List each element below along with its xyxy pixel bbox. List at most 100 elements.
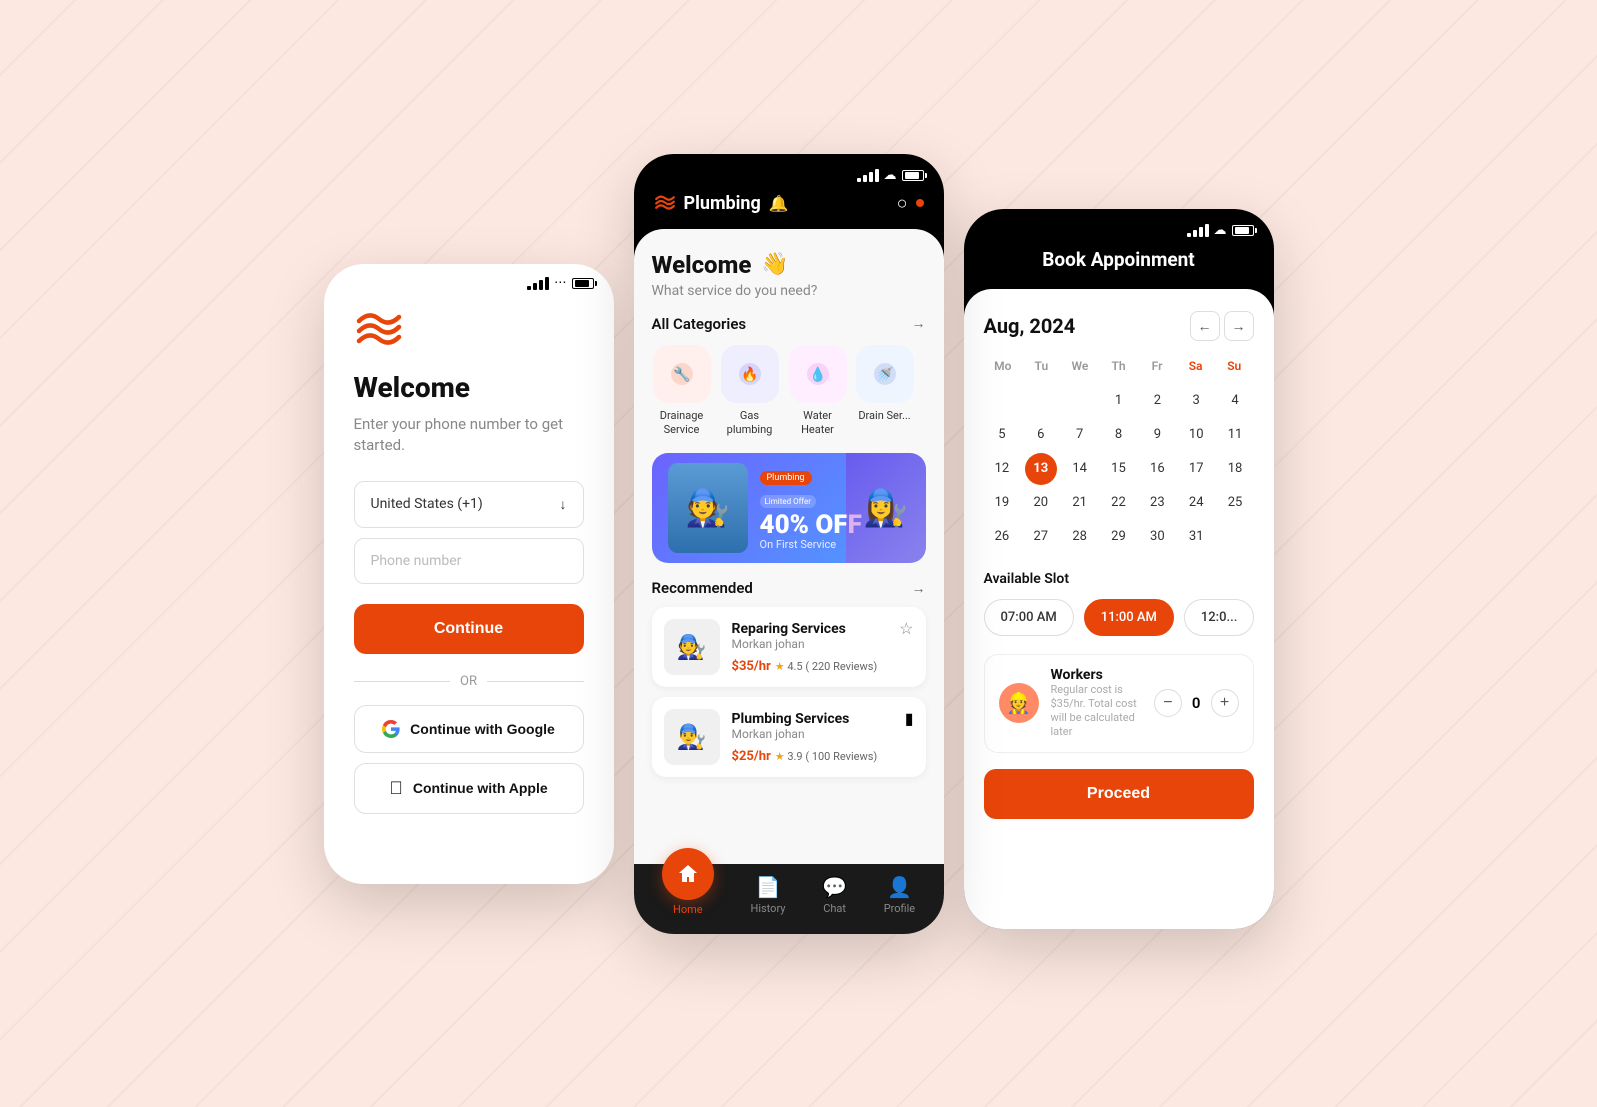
nav-chat[interactable]: 💬 Chat <box>822 875 847 915</box>
phone-input[interactable]: Phone number <box>354 538 584 584</box>
cal-day-th: Th <box>1099 355 1138 377</box>
nav-history[interactable]: 📄 History <box>750 875 785 915</box>
cal-date-18[interactable]: 18 <box>1219 453 1251 485</box>
service-1-provider: Morkan johan <box>732 637 888 651</box>
history-icon: 📄 <box>756 875 781 899</box>
cal-day-sa: Sa <box>1176 355 1215 377</box>
phone-login: ⋅⋅⋅ Welcome Enter your phone number to g… <box>324 264 614 884</box>
logo-area <box>324 291 614 361</box>
cal-date-5[interactable]: 5 <box>986 419 1018 451</box>
service-item-gas[interactable]: 🔥 Gas plumbing <box>720 345 780 438</box>
cal-date-11[interactable]: 11 <box>1219 419 1251 451</box>
apple-signin-button[interactable]:  Continue with Apple <box>354 763 584 814</box>
service-item-drain[interactable]: 🚿 Drain Ser... <box>856 345 914 438</box>
increase-workers-button[interactable]: + <box>1211 689 1239 717</box>
signal-bar-2 <box>533 283 537 290</box>
signal-bar-3 <box>869 172 873 182</box>
google-signin-button[interactable]: Continue with Google <box>354 705 584 753</box>
cal-date-10[interactable]: 10 <box>1180 419 1212 451</box>
status-bar-phone2: ☁ <box>634 154 944 183</box>
service-card-2[interactable]: 👨‍🔧 Plumbing Services Morkan johan $25/h… <box>652 697 926 777</box>
time-slot-0[interactable]: 07:00 AM <box>984 599 1074 636</box>
service-name-drain: Drain Ser... <box>858 409 910 423</box>
cal-date-1[interactable]: 1 <box>1102 385 1134 417</box>
service-card-2-info: Plumbing Services Morkan johan $25/hr ★ … <box>732 711 893 764</box>
chat-icon: 💬 <box>822 875 847 899</box>
time-slot-2[interactable]: 12:0... <box>1184 599 1254 636</box>
continue-button[interactable]: Continue <box>354 604 584 654</box>
cal-date-15[interactable]: 15 <box>1102 453 1134 485</box>
cal-date-31[interactable]: 31 <box>1180 521 1212 553</box>
brand-name: Plumbing <box>684 193 761 214</box>
divider-line-left <box>354 681 451 682</box>
apple-label: Continue with Apple <box>413 780 548 796</box>
search-icon[interactable]: ○ <box>897 193 908 214</box>
cal-date-17[interactable]: 17 <box>1180 453 1212 485</box>
or-divider: OR <box>354 674 584 689</box>
wave-emoji: 👋 <box>761 252 788 277</box>
calendar-prev-button[interactable]: ← <box>1190 311 1220 341</box>
nav-profile[interactable]: 👤 Profile <box>884 875 915 915</box>
signal-bar-1 <box>527 286 531 290</box>
workers-count: 0 <box>1192 694 1201 712</box>
service-card-1[interactable]: 🧑‍🔧 Reparing Services Morkan johan $35/h… <box>652 607 926 687</box>
workers-row: 👷 Workers Regular cost is $35/hr. Total … <box>984 654 1254 753</box>
service-card-2-image: 👨‍🔧 <box>664 709 720 765</box>
cal-date-26[interactable]: 26 <box>986 521 1018 553</box>
time-slot-1[interactable]: 11:00 AM <box>1084 599 1174 636</box>
country-selector[interactable]: United States (+1) ↓ <box>354 481 584 528</box>
cal-date-23[interactable]: 23 <box>1141 487 1173 519</box>
proceed-button[interactable]: Proceed <box>984 769 1254 819</box>
cal-date-24[interactable]: 24 <box>1180 487 1212 519</box>
signal-bar-4 <box>875 169 879 182</box>
cal-date-21[interactable]: 21 <box>1064 487 1096 519</box>
book-title-bar: Book Appoinment <box>964 238 1274 289</box>
service-1-rating: ★ 4.5 ( 220 Reviews) <box>775 660 878 673</box>
cal-date-4[interactable]: 4 <box>1219 385 1251 417</box>
service-item-drainage[interactable]: 🔧 Drainage Service <box>652 345 712 438</box>
cal-date-12[interactable]: 12 <box>986 453 1018 485</box>
star-icon-1: ★ <box>775 660 785 673</box>
cal-date-27[interactable]: 27 <box>1025 521 1057 553</box>
cal-date-2[interactable]: 2 <box>1141 385 1173 417</box>
cal-date-19[interactable]: 19 <box>986 487 1018 519</box>
cal-date-29[interactable]: 29 <box>1102 521 1134 553</box>
signal-bar-3 <box>539 280 543 290</box>
service-item-water[interactable]: 💧 Water Heater <box>788 345 848 438</box>
cal-date-28[interactable]: 28 <box>1064 521 1096 553</box>
cal-date-6[interactable]: 6 <box>1025 419 1057 451</box>
cal-date-30[interactable]: 30 <box>1141 521 1173 553</box>
available-slot-label: Available Slot <box>984 571 1254 587</box>
dropdown-arrow-icon: ↓ <box>560 496 567 513</box>
nav-home-label: Home <box>673 903 703 916</box>
signal-icon-2 <box>857 169 879 182</box>
cal-date-25[interactable]: 25 <box>1219 487 1251 519</box>
bookmark-icon-1[interactable]: ☆ <box>899 619 913 638</box>
service-2-price: $25/hr <box>732 749 771 764</box>
cal-day-mo: Mo <box>984 355 1023 377</box>
calendar-nav: ← → <box>1190 311 1254 341</box>
cal-date-22[interactable]: 22 <box>1102 487 1134 519</box>
star-icon-2: ★ <box>775 750 785 763</box>
service-name-drainage: Drainage Service <box>652 409 712 438</box>
calendar-next-button[interactable]: → <box>1224 311 1254 341</box>
categories-arrow-icon[interactable]: → <box>912 315 926 332</box>
cal-date-13[interactable]: 13 <box>1025 453 1057 485</box>
app-brand: Plumbing 🔔 <box>654 193 789 214</box>
recommended-arrow-icon[interactable]: → <box>912 580 926 597</box>
divider-line-right <box>487 681 584 682</box>
bookmark-icon-2[interactable]: ▮ <box>905 709 914 728</box>
cal-date-14[interactable]: 14 <box>1064 453 1096 485</box>
decrease-workers-button[interactable]: − <box>1154 689 1182 717</box>
cal-date-7[interactable]: 7 <box>1064 419 1096 451</box>
service-question: What service do you need? <box>652 283 926 299</box>
cal-date-3[interactable]: 3 <box>1180 385 1212 417</box>
cal-date-9[interactable]: 9 <box>1141 419 1173 451</box>
limited-badge: Limited Offer <box>760 495 817 508</box>
cal-date-20[interactable]: 20 <box>1025 487 1057 519</box>
calendar-header: Aug, 2024 ← → <box>984 311 1254 341</box>
cal-date-16[interactable]: 16 <box>1141 453 1173 485</box>
svg-text:💧: 💧 <box>809 366 826 383</box>
nav-home[interactable]: Home <box>662 874 714 916</box>
cal-date-8[interactable]: 8 <box>1102 419 1134 451</box>
